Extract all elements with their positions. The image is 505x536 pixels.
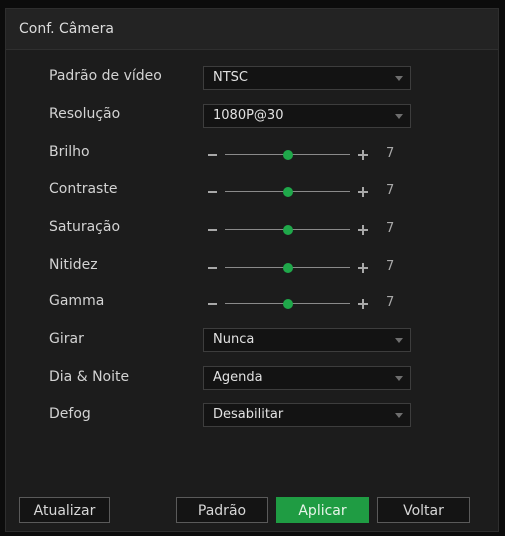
day-night-label: Dia & Noite xyxy=(49,369,130,385)
video-standard-value: NTSC xyxy=(213,70,248,85)
plus-icon[interactable] xyxy=(358,299,368,309)
minus-icon[interactable] xyxy=(208,267,217,269)
title-bar: Conf. Câmera xyxy=(6,9,498,50)
saturation-slider[interactable]: 7 xyxy=(203,220,403,240)
plus-icon[interactable] xyxy=(358,187,368,197)
contrast-label: Contraste xyxy=(49,181,118,197)
default-button[interactable]: Padrão xyxy=(176,497,268,523)
back-button[interactable]: Voltar xyxy=(377,497,470,523)
gamma-label: Gamma xyxy=(49,293,105,309)
sharpness-label: Nitidez xyxy=(49,257,98,273)
slider-thumb[interactable] xyxy=(282,225,293,235)
chevron-down-icon xyxy=(395,376,403,381)
day-night-value: Agenda xyxy=(213,370,263,385)
video-standard-label: Padrão de vídeo xyxy=(49,68,162,84)
slider-thumb[interactable] xyxy=(282,187,293,197)
minus-icon[interactable] xyxy=(208,303,217,305)
defog-label: Defog xyxy=(49,406,91,422)
brightness-value: 7 xyxy=(386,146,395,161)
rotate-label: Girar xyxy=(49,331,84,347)
chevron-down-icon xyxy=(395,114,403,119)
camera-settings-dialog: Conf. Câmera Padrão de vídeo NTSC Resolu… xyxy=(5,8,499,532)
slider-thumb[interactable] xyxy=(282,299,293,309)
contrast-slider[interactable]: 7 xyxy=(203,182,403,202)
refresh-button[interactable]: Atualizar xyxy=(19,497,110,523)
apply-button[interactable]: Aplicar xyxy=(276,497,369,523)
minus-icon[interactable] xyxy=(208,191,217,193)
brightness-label: Brilho xyxy=(49,144,90,160)
defog-value: Desabilitar xyxy=(213,407,284,422)
day-night-select[interactable]: Agenda xyxy=(203,366,411,390)
contrast-value: 7 xyxy=(386,183,395,198)
rotate-select[interactable]: Nunca xyxy=(203,328,411,352)
gamma-slider[interactable]: 7 xyxy=(203,294,403,314)
resolution-value: 1080P@30 xyxy=(213,108,284,123)
sharpness-slider[interactable]: 7 xyxy=(203,258,403,278)
defog-select[interactable]: Desabilitar xyxy=(203,403,411,427)
slider-thumb[interactable] xyxy=(282,263,293,273)
minus-icon[interactable] xyxy=(208,154,217,156)
chevron-down-icon xyxy=(395,76,403,81)
dialog-title: Conf. Câmera xyxy=(19,21,114,37)
slider-thumb[interactable] xyxy=(282,150,293,160)
gamma-value: 7 xyxy=(386,295,395,310)
chevron-down-icon xyxy=(395,413,403,418)
saturation-value: 7 xyxy=(386,221,395,236)
plus-icon[interactable] xyxy=(358,225,368,235)
resolution-label: Resolução xyxy=(49,106,121,122)
brightness-slider[interactable]: 7 xyxy=(203,145,403,165)
chevron-down-icon xyxy=(395,338,403,343)
video-standard-select[interactable]: NTSC xyxy=(203,66,411,90)
plus-icon[interactable] xyxy=(358,263,368,273)
resolution-select[interactable]: 1080P@30 xyxy=(203,104,411,128)
sharpness-value: 7 xyxy=(386,259,395,274)
rotate-value: Nunca xyxy=(213,332,255,347)
minus-icon[interactable] xyxy=(208,229,217,231)
plus-icon[interactable] xyxy=(358,150,368,160)
saturation-label: Saturação xyxy=(49,219,121,235)
